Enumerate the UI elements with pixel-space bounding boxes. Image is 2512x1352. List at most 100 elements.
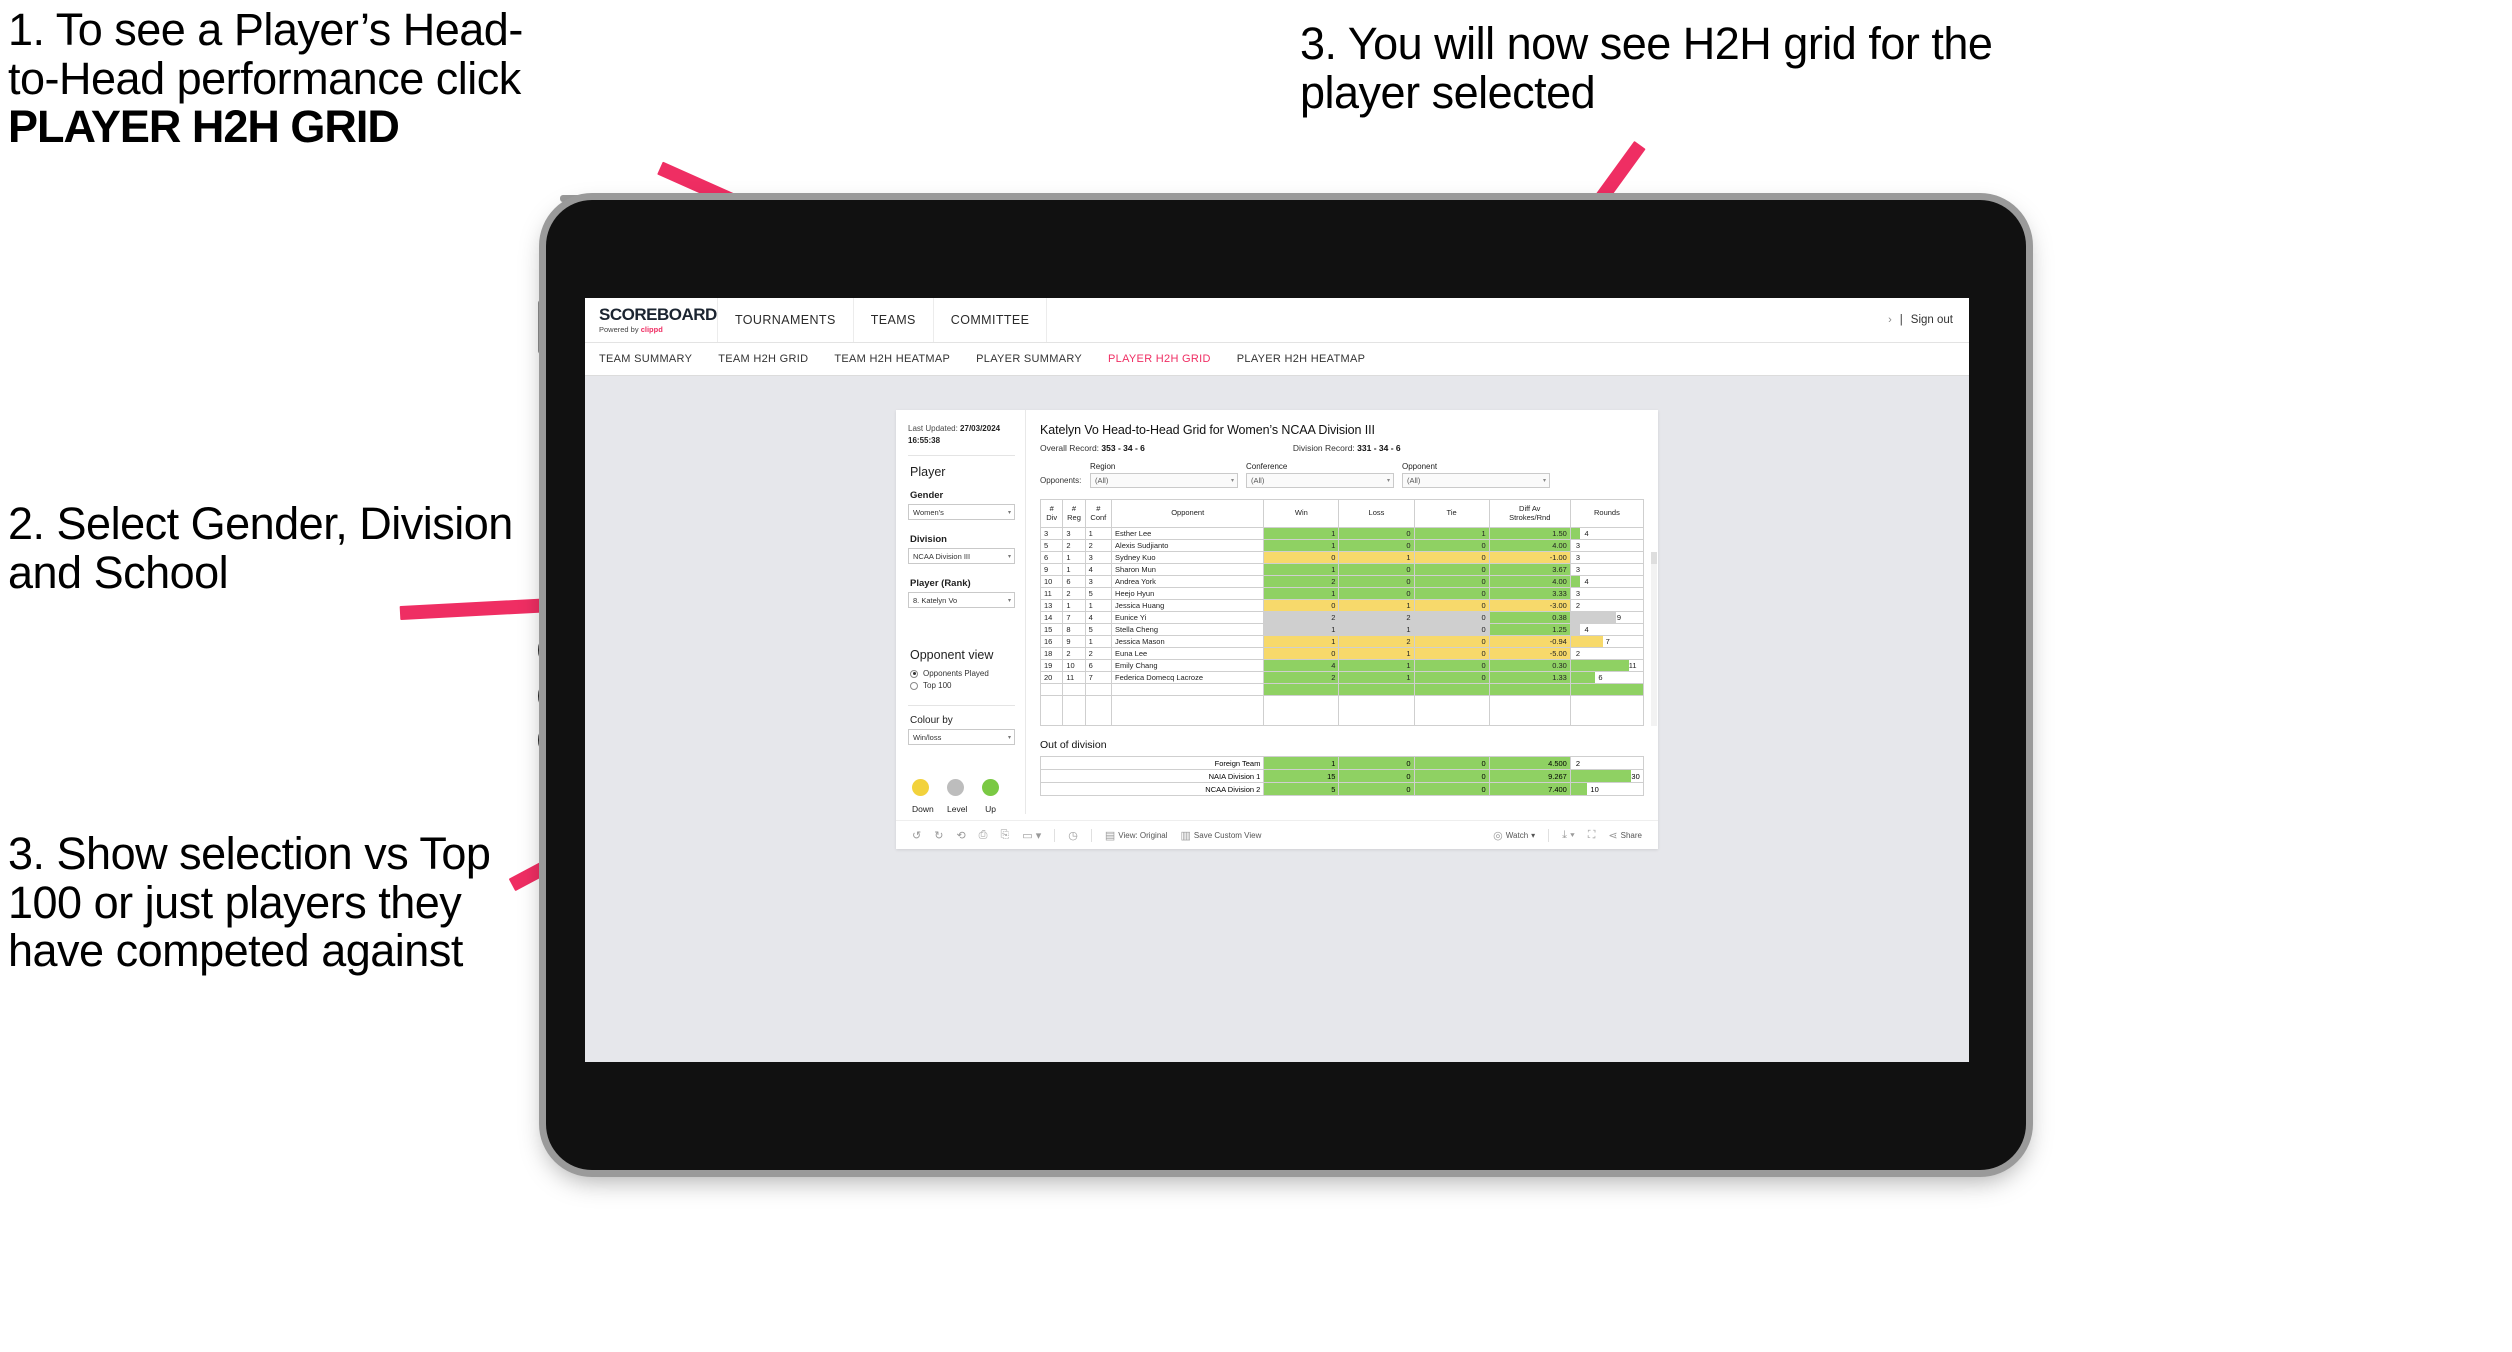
table-cell: 1	[1062, 599, 1086, 612]
refresh-icon[interactable]: ⎙	[979, 829, 988, 842]
division-record: Division Record: 331 - 34 - 6	[1293, 443, 1401, 453]
chevron-down-icon: ▾	[1007, 597, 1011, 604]
table-cell: 19	[1039, 659, 1064, 672]
table-cell: 9	[1039, 563, 1064, 576]
division-select[interactable]: NCAA Division III ▾	[908, 548, 1015, 565]
table-row[interactable]: 6 1 3 Sydney Kuo 0 1 0 -1.00 3	[1039, 551, 1645, 564]
tab-team-h2h-grid[interactable]: TEAM H2H GRID	[718, 353, 808, 365]
table-row[interactable]: 16 9 1 Jessica Mason 1 2 0 -0.94 7	[1039, 635, 1645, 648]
legend-label-down: Down	[912, 804, 934, 815]
tablet-volume-button	[538, 300, 546, 354]
tab-team-h2h-heatmap[interactable]: TEAM H2H HEATMAP	[834, 353, 950, 365]
table-cell	[1569, 683, 1645, 696]
table-row-partial	[1039, 683, 1645, 696]
table-cell: 0	[1413, 587, 1490, 600]
undo-icon[interactable]: ↺	[912, 829, 921, 842]
conference-filter-select[interactable]: (All) ▾	[1246, 473, 1394, 488]
logo-wordmark: SCOREBOARD	[599, 305, 717, 324]
opponent-filter-select[interactable]: (All) ▾	[1402, 473, 1550, 488]
scrollbar-thumb[interactable]	[1651, 552, 1657, 564]
legend-swatch-down	[912, 779, 929, 797]
radio-top-100[interactable]: Top 100	[910, 681, 1015, 690]
column-header: # Div	[1039, 499, 1064, 528]
table-row[interactable]: 15 8 5 Stella Cheng 1 1 0 1.25 4	[1039, 623, 1645, 636]
table-cell: 0	[1413, 671, 1490, 684]
colour-by-select[interactable]: Win/loss ▾	[908, 729, 1015, 746]
share-button[interactable]: ⋖ Share	[1608, 829, 1642, 842]
table-cell: 2	[1338, 611, 1415, 624]
table-cell: 5	[1039, 539, 1064, 552]
out-of-division-row[interactable]: Foreign Team 1 0 0 4.500 2	[1039, 756, 1645, 770]
player-rank-value: 8. Katelyn Vo	[913, 595, 958, 605]
rounds-cell: 3	[1569, 587, 1645, 600]
colour-by-value: Win/loss	[913, 732, 942, 742]
save-custom-view-button[interactable]: ▥ Save Custom View	[1181, 829, 1262, 842]
table-cell: 7	[1084, 671, 1113, 684]
out-of-division-row[interactable]: NAIA Division 1 15 0 0 9.267 30	[1039, 769, 1645, 783]
table-cell: Heejo Hyun	[1111, 587, 1265, 600]
nav-item-tournaments[interactable]: TOURNAMENTS	[718, 298, 854, 342]
pause-updates-icon[interactable]: ⎘	[1000, 829, 1009, 842]
app-logo[interactable]: SCOREBOARD Powered by clippd	[585, 298, 718, 342]
gender-select[interactable]: Women's ▾	[908, 504, 1015, 521]
fullscreen-icon[interactable]: ⛶	[1588, 829, 1596, 842]
table-cell: 0	[1413, 635, 1490, 648]
radio-opponents-played[interactable]: Opponents Played	[910, 669, 1015, 678]
table-cell: 13	[1039, 599, 1064, 612]
table-cell: 0	[1413, 539, 1490, 552]
table-row[interactable]: 9 1 4 Sharon Mun 1 0 0 3.67 3	[1039, 563, 1645, 576]
table-cell: 3	[1039, 527, 1064, 540]
tab-player-summary[interactable]: PLAYER SUMMARY	[976, 353, 1082, 365]
table-cell: 3.67	[1488, 563, 1571, 576]
table-row[interactable]: 19 10 6 Emily Chang 4 1 0 0.30 11	[1039, 659, 1645, 672]
table-cell: 3	[1062, 527, 1086, 540]
nav-item-teams[interactable]: TEAMS	[854, 298, 934, 342]
tab-player-h2h-heatmap[interactable]: PLAYER H2H HEATMAP	[1237, 353, 1365, 365]
watch-button[interactable]: ◎ Watch ▾	[1493, 829, 1535, 842]
table-cell: 0	[1413, 599, 1490, 612]
table-row[interactable]: 18 2 2 Euna Lee 0 1 0 -5.00 2	[1039, 647, 1645, 660]
nav-item-committee[interactable]: COMMITTEE	[934, 298, 1048, 342]
revert-icon[interactable]: ⟲	[956, 829, 965, 842]
table-cell: 1	[1263, 563, 1340, 576]
table-cell: 1	[1263, 623, 1340, 636]
table-cell: 0	[1413, 623, 1490, 636]
rounds-cell: 2	[1569, 599, 1645, 612]
table-row[interactable]: 20 11 7 Federica Domecq Lacroze 2 1 0 1.33 6	[1039, 671, 1645, 684]
player-rank-label: Player (Rank)	[910, 578, 971, 590]
table-row[interactable]: 3 3 1 Esther Lee 1 0 1 1.50 4	[1039, 527, 1645, 540]
column-header: # Conf	[1084, 499, 1113, 528]
table-cell: 0.38	[1488, 611, 1571, 624]
table-cell	[1488, 695, 1571, 726]
view-original-button[interactable]: ▤ View: Original	[1105, 829, 1168, 842]
player-rank-select[interactable]: 8. Katelyn Vo ▾	[908, 592, 1015, 609]
tab-player-h2h-grid[interactable]: PLAYER H2H GRID	[1108, 353, 1211, 365]
table-cell: 16	[1039, 635, 1064, 648]
table-row[interactable]: 11 2 5 Heejo Hyun 1 0 0 3.33 3	[1039, 587, 1645, 600]
table-cell: 1	[1263, 587, 1340, 600]
table-cell	[1084, 683, 1113, 696]
colour-legend: Down Level Up	[912, 779, 1015, 814]
overall-record-label: Overall Record:	[1040, 443, 1102, 453]
data-details-icon[interactable]: ◷	[1068, 829, 1078, 842]
table-scrollbar[interactable]	[1651, 552, 1657, 726]
region-filter-select[interactable]: (All) ▾	[1090, 473, 1238, 488]
column-header: # Reg	[1062, 499, 1086, 528]
signout-link[interactable]: Sign out	[1911, 314, 1953, 326]
table-row[interactable]: 14 7 4 Eunice Yi 2 2 0 0.38 9	[1039, 611, 1645, 624]
redo-icon[interactable]: ↻	[934, 829, 943, 842]
table-cell: Jessica Huang	[1111, 599, 1265, 612]
table-cell: 6	[1039, 551, 1064, 564]
conference-filter: Conference (All) ▾	[1246, 462, 1394, 488]
watch-label: Watch	[1505, 830, 1529, 840]
table-row[interactable]: 13 1 1 Jessica Huang 0 1 0 -3.00 2	[1039, 599, 1645, 612]
download-icon[interactable]: ⤓ ▾	[1562, 829, 1575, 842]
table-cell	[1084, 695, 1112, 726]
table-cell: Foreign Team	[1039, 756, 1265, 770]
tab-team-summary[interactable]: TEAM SUMMARY	[599, 353, 692, 365]
table-row[interactable]: 5 2 2 Alexis Sudjianto 1 0 0 4.00 3	[1039, 539, 1645, 552]
device-layout-icon[interactable]: ▭ ▾	[1022, 829, 1041, 842]
viz-body: Last Updated: 27/03/2024 16:55:38 Player…	[896, 410, 1658, 815]
out-of-division-row[interactable]: NCAA Division 2 5 0 0 7.400 10	[1039, 782, 1645, 796]
table-row[interactable]: 10 6 3 Andrea York 2 0 0 4.00 4	[1039, 575, 1645, 588]
